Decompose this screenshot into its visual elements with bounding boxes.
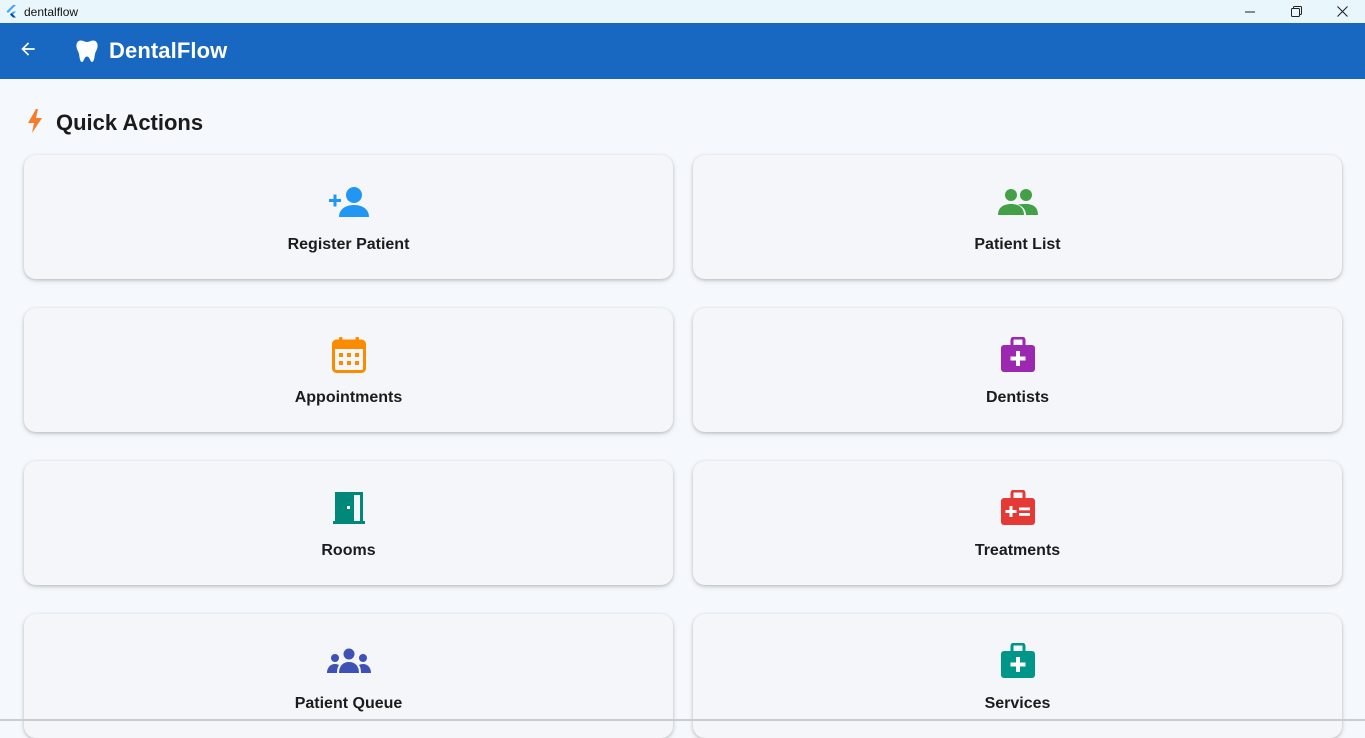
dentists-card[interactable]: Dentists (693, 308, 1342, 432)
tooth-icon (74, 38, 100, 64)
close-icon (1336, 2, 1348, 21)
restore-button[interactable] (1273, 0, 1319, 23)
person-add-icon (328, 183, 370, 221)
medical-case-icon (1000, 642, 1036, 680)
medical-kit-icon (1000, 489, 1036, 527)
card-label: Patient Queue (294, 695, 403, 712)
card-label: Treatments (974, 542, 1061, 559)
window-title: dentalflow (24, 4, 79, 19)
section-header: Quick Actions (26, 108, 203, 138)
restore-icon (1290, 2, 1302, 21)
groups-icon (326, 642, 371, 680)
medical-bag-icon (1000, 336, 1036, 374)
patient-list-card[interactable]: Patient List (693, 155, 1342, 279)
window-titlebar: dentalflow (0, 0, 1365, 23)
register-patient-card[interactable]: Register Patient (24, 155, 673, 279)
calendar-icon (331, 336, 366, 374)
card-label: Rooms (321, 542, 376, 559)
back-button[interactable] (0, 23, 56, 79)
arrow-back-icon (18, 39, 38, 63)
rooms-card[interactable]: Rooms (24, 461, 673, 585)
appointments-card[interactable]: Appointments (24, 308, 673, 432)
app-bar: DentalFlow (0, 23, 1365, 79)
card-label: Patient List (974, 236, 1061, 253)
card-label: Dentists (985, 389, 1050, 406)
minimize-icon (1245, 2, 1255, 21)
people-icon (997, 183, 1038, 221)
card-label: Register Patient (287, 236, 410, 253)
app-title: DentalFlow (109, 38, 228, 63)
section-title: Quick Actions (56, 110, 204, 135)
door-icon (332, 489, 365, 527)
card-label: Services (984, 695, 1051, 712)
bolt-icon (26, 109, 44, 137)
treatments-card[interactable]: Treatments (693, 461, 1342, 585)
window-controls (1227, 0, 1365, 23)
close-button[interactable] (1319, 0, 1365, 23)
flutter-logo-icon (5, 4, 19, 19)
quick-actions-grid: Register Patient Patient List Appointmen… (24, 155, 1342, 738)
card-label: Appointments (294, 389, 403, 406)
minimize-button[interactable] (1227, 0, 1273, 23)
